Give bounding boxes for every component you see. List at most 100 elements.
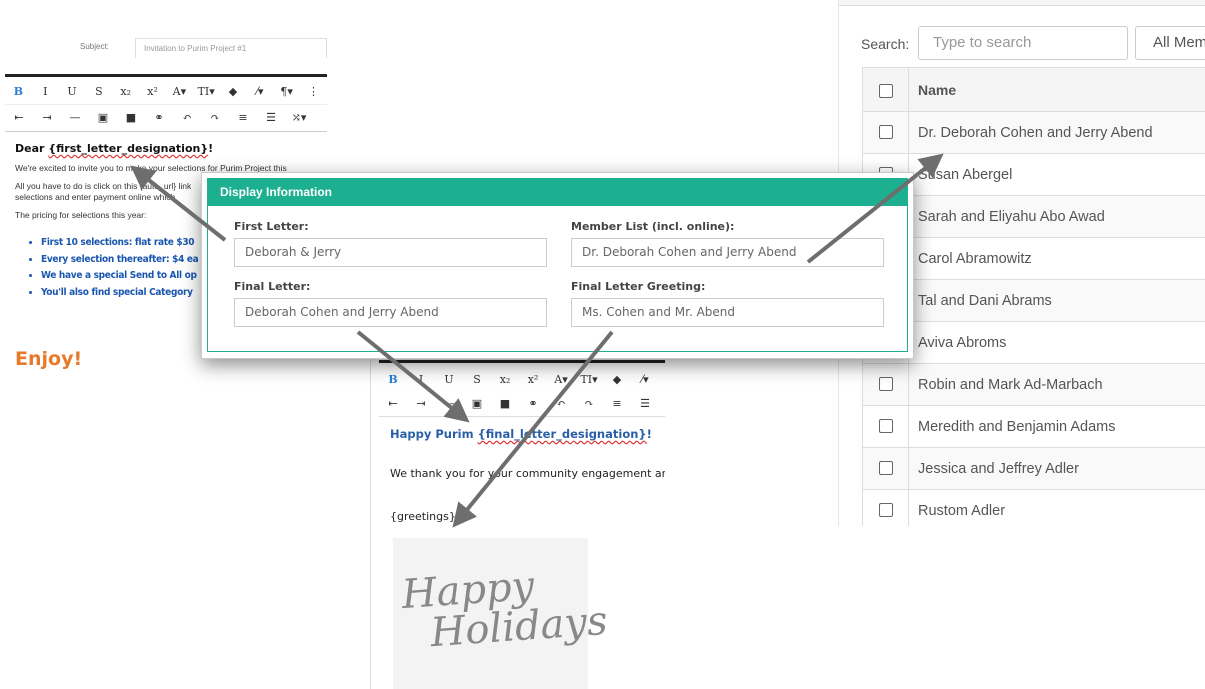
member-name: Carol Abramowitz	[908, 237, 1205, 280]
toolbar-button[interactable]: ↶	[173, 111, 201, 124]
editor-toolbar-row-1: B I U Sx₂ x² A▾ TI▾ ◆ ⁄▾	[379, 366, 665, 392]
final-letter-greeting-field[interactable]: Ms. Cohen and Mr. Abend	[571, 298, 884, 327]
name-column-header[interactable]: Name	[908, 67, 1205, 112]
row-checkbox[interactable]	[878, 377, 893, 392]
member-name: Rustom Adler	[908, 489, 1205, 526]
toolbar-button[interactable]: ⚭	[519, 397, 547, 410]
table-row[interactable]: Jessica and Jeffrey Adler	[862, 447, 1205, 490]
search-label: Search:	[861, 36, 910, 52]
table-row[interactable]: Meredith and Benjamin Adams	[862, 405, 1205, 448]
toolbar-button[interactable]: ⇤	[379, 397, 407, 410]
select-all-checkbox[interactable]	[878, 83, 893, 98]
table-row[interactable]: Rustom Adler	[862, 489, 1205, 526]
toolbar-button[interactable]: ⁄▾	[246, 85, 273, 98]
toolbar-button[interactable]: —	[435, 397, 463, 410]
toolbar-button[interactable]: S	[85, 85, 112, 98]
toolbar-button[interactable]: ↶	[547, 397, 575, 410]
subject-label: Subject:	[80, 42, 109, 51]
happy-suffix: !	[646, 427, 652, 441]
toolbar-button[interactable]: B	[5, 85, 32, 98]
toolbar-button[interactable]: ▣	[463, 397, 491, 410]
toolbar-button[interactable]: TI▾	[575, 373, 603, 386]
toolbar-border	[5, 74, 327, 77]
thank-you-line: We thank you for your community engageme…	[390, 467, 665, 480]
row-checkbox[interactable]	[878, 419, 893, 434]
subject-input[interactable]: Invitation to Purim Project #1	[135, 38, 327, 58]
final-letter-label: Final Letter:	[234, 280, 311, 293]
toolbar-button[interactable]: I	[407, 373, 435, 386]
toolbar-button[interactable]: A▾	[547, 373, 575, 386]
toolbar-button[interactable]: ☰	[257, 111, 285, 124]
toolbar-button[interactable]: ≡	[229, 111, 257, 124]
toolbar-button[interactable]: ¶▾	[273, 85, 300, 98]
final-letter-variable: {final_letter_designation}	[477, 427, 647, 441]
final-letter-greeting-label: Final Letter Greeting:	[571, 280, 706, 293]
final-letter-editor: B I U Sx₂ x² A▾ TI▾ ◆ ⁄▾ ⇤ ⇥ — ▣ ■ ⚭ ↶ ↷ ≡ ☰ Happy Purim …	[370, 360, 665, 689]
toolbar-button[interactable]: U	[435, 373, 463, 386]
lettering-line-2: Holidays	[428, 597, 609, 657]
toolbar-button[interactable]: ⁄▾	[631, 373, 659, 386]
toolbar-button[interactable]: ■	[491, 397, 519, 410]
toolbar-button[interactable]: ▣	[89, 111, 117, 124]
greeting-prefix: Dear	[15, 142, 49, 155]
greeting-suffix: !	[208, 142, 214, 155]
row-select-cell	[862, 405, 909, 448]
first-letter-field[interactable]: Deborah & Jerry	[234, 238, 547, 267]
toolbar-button[interactable]: ⇥	[33, 111, 61, 124]
editor-toolbar-row-1: B I U Sx₂ x² A▾ TI▾ ◆ ⁄▾ ¶▾ ⋮	[5, 78, 327, 105]
member-name: Robin and Mark Ad-Marbach	[908, 363, 1205, 406]
member-name: Dr. Deborah Cohen and Jerry Abend	[908, 111, 1205, 154]
dialog-body: First Letter: Deborah & Jerry Member Lis…	[207, 206, 908, 352]
toolbar-button[interactable]: x²	[519, 373, 547, 386]
greeting-line: Dear {first_letter_designation}!	[15, 142, 317, 155]
row-select-cell	[862, 111, 909, 154]
toolbar-button[interactable]: ◆	[603, 373, 631, 386]
toolbar-button[interactable]: I	[32, 85, 59, 98]
editor-toolbar-row-2: ⇤ ⇥ — ▣ ■ ⚭ ↶ ↷ ≡ ☰ ⤮▾	[5, 104, 327, 130]
greetings-variable: {greetings}	[390, 510, 456, 523]
toolbar-button[interactable]: x₂	[112, 85, 139, 98]
toolbar-button[interactable]: ⇤	[5, 111, 33, 124]
enjoy-text: Enjoy!	[15, 348, 83, 370]
row-checkbox[interactable]	[878, 503, 893, 518]
display-information-dialog: Display Information First Letter: Debora…	[201, 172, 914, 359]
row-select-cell	[862, 447, 909, 490]
dialog-title: Display Information	[207, 178, 908, 206]
member-filter-select[interactable]: All Mem	[1135, 26, 1205, 60]
row-checkbox[interactable]	[878, 125, 893, 140]
toolbar-button[interactable]: ⋮	[300, 85, 327, 98]
toolbar-button[interactable]: ≡	[603, 397, 631, 410]
toolbar-button[interactable]: x²	[139, 85, 166, 98]
toolbar-button[interactable]: ↷	[575, 397, 603, 410]
member-name: Susan Abergel	[908, 153, 1205, 196]
toolbar-button[interactable]: U	[59, 85, 86, 98]
table-row[interactable]: Dr. Deborah Cohen and Jerry Abend	[862, 111, 1205, 154]
toolbar-button[interactable]: ☰	[631, 397, 659, 410]
member-list-field[interactable]: Dr. Deborah Cohen and Jerry Abend	[571, 238, 884, 267]
row-select-cell	[862, 363, 909, 406]
toolbar-button[interactable]: ◆	[220, 85, 247, 98]
toolbar-button[interactable]: B	[379, 373, 407, 386]
member-list-label: Member List (incl. online):	[571, 220, 735, 233]
toolbar-button[interactable]: —	[61, 111, 89, 124]
happy-prefix: Happy Purim	[390, 427, 478, 441]
toolbar-border	[379, 360, 665, 363]
editor-body[interactable]: Happy Purim {final_letter_designation}! …	[379, 416, 665, 533]
toolbar-button[interactable]: S	[463, 373, 491, 386]
toolbar-button[interactable]: ⚭	[145, 111, 173, 124]
toolbar-button[interactable]: x₂	[491, 373, 519, 386]
table-row[interactable]: Robin and Mark Ad-Marbach	[862, 363, 1205, 406]
table-header-row: Name	[862, 67, 1205, 112]
search-input[interactable]: Type to search	[918, 26, 1128, 60]
member-name: Jessica and Jeffrey Adler	[908, 447, 1205, 490]
happy-holidays-image: Happy Holidays	[393, 538, 609, 689]
toolbar-button[interactable]: ⤮▾	[285, 111, 313, 124]
toolbar-button[interactable]: A▾	[166, 85, 193, 98]
toolbar-button[interactable]: ■	[117, 111, 145, 124]
member-name: Sarah and Eliyahu Abo Awad	[908, 195, 1205, 238]
final-letter-field[interactable]: Deborah Cohen and Jerry Abend	[234, 298, 547, 327]
toolbar-button[interactable]: ⇥	[407, 397, 435, 410]
toolbar-button[interactable]: TI▾	[193, 85, 220, 98]
toolbar-button[interactable]: ↷	[201, 111, 229, 124]
row-checkbox[interactable]	[878, 461, 893, 476]
